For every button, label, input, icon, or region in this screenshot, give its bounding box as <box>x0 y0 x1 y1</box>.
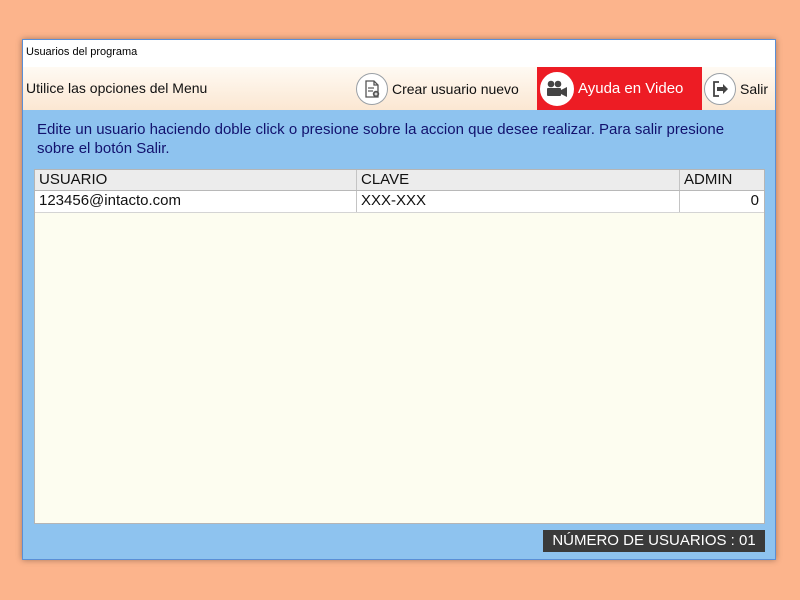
table-row[interactable]: 123456@intacto.com XXX-XXX 0 <box>35 191 764 213</box>
users-window: Usuarios del programa Utilice las opcion… <box>22 39 776 560</box>
title-bar[interactable]: Usuarios del programa <box>23 40 775 67</box>
exit-label: Salir <box>740 80 769 97</box>
menu-bar: Utilice las opciones del Menu Crear usua… <box>23 67 775 110</box>
users-table[interactable]: USUARIO CLAVE ADMIN 123456@intacto.com X… <box>34 169 765 524</box>
exit-icon <box>704 72 736 105</box>
instructions-text: Edite un usuario haciendo doble click o … <box>37 121 725 157</box>
cell-usuario[interactable]: 123456@intacto.com <box>35 191 357 212</box>
content-area: Edite un usuario haciendo doble click o … <box>23 110 775 559</box>
column-header-clave[interactable]: CLAVE <box>357 170 680 190</box>
window-title: Usuarios del programa <box>26 46 138 58</box>
video-camera-icon <box>540 71 574 106</box>
create-user-label: Crear usuario nuevo <box>392 80 519 97</box>
video-help-label: Ayuda en Video <box>578 80 684 97</box>
video-help-button[interactable]: Ayuda en Video <box>537 67 702 110</box>
table-header: USUARIO CLAVE ADMIN <box>35 170 764 191</box>
cell-clave[interactable]: XXX-XXX <box>357 191 680 212</box>
create-user-button[interactable]: Crear usuario nuevo <box>356 67 536 110</box>
column-header-usuario[interactable]: USUARIO <box>35 170 357 190</box>
user-count-badge: NÚMERO DE USUARIOS : 01 <box>543 530 765 552</box>
user-document-icon <box>356 72 388 105</box>
column-header-admin[interactable]: ADMIN <box>680 170 764 190</box>
exit-button[interactable]: Salir <box>704 67 774 110</box>
menu-hint: Utilice las opciones del Menu <box>26 80 208 96</box>
cell-admin[interactable]: 0 <box>680 191 764 212</box>
